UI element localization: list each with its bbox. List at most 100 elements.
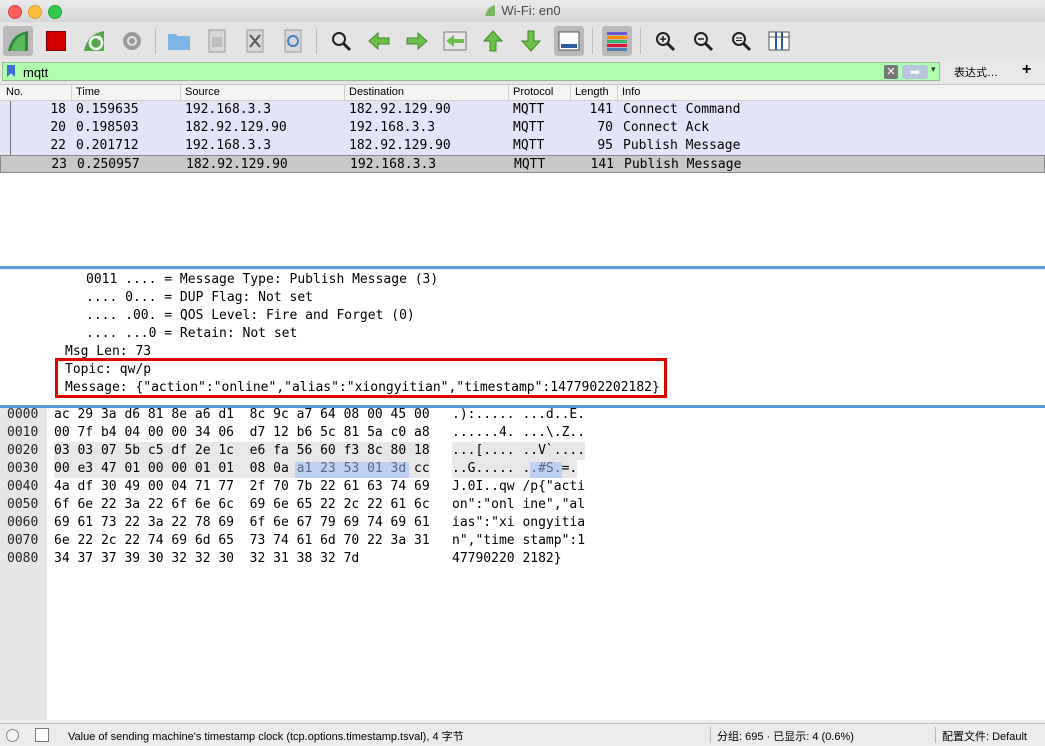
go-first-icon[interactable] [478,26,508,56]
expression-button[interactable]: 表达式… [954,64,998,80]
apply-filter-arrow-icon[interactable]: ➡ [902,65,928,79]
byte-hex[interactable]: 4a df 30 49 00 04 71 77 2f 70 7b 22 61 6… [54,478,430,496]
reload-icon[interactable] [278,26,308,56]
byte-hex[interactable]: 03 03 07 5b c5 df 2e 1c e6 fa 56 60 f3 8… [54,442,430,460]
packet-bytes-pane: 0000 ac 29 3a d6 81 8e a6 d1 8c 9c a7 64… [0,406,1045,720]
packet-no: 23 [51,157,67,172]
detail-line[interactable]: .... ...0 = Retain: Not set [86,326,297,341]
capture-comment-icon[interactable] [35,728,49,742]
restart-icon[interactable] [79,26,109,56]
save-file-icon[interactable] [202,26,232,56]
byte-ascii[interactable]: n","time stamp":1 [452,532,585,550]
packet-row[interactable]: 22 0.201712 192.168.3.3 182.92.129.90 MQ… [0,137,1045,155]
pane-splitter[interactable] [0,266,1045,269]
go-forward-arrow-icon[interactable] [402,26,432,56]
byte-ascii[interactable]: 47790220 2182} [452,550,562,568]
packet-list-header: No. Time Source Destination Protocol Len… [0,85,1045,101]
column-header-length[interactable]: Length [575,86,609,98]
byte-hex[interactable]: 00 7f b4 04 00 00 34 06 d7 12 b6 5c 81 5… [54,424,430,442]
byte-ascii[interactable]: ias":"xi ongyitia [452,514,585,532]
open-folder-icon[interactable] [164,26,194,56]
byte-offset: 0010 [7,425,39,440]
byte-hex[interactable]: 6e 22 2c 22 74 69 6d 65 73 74 61 6d 70 2… [54,532,430,550]
zoom-normal-icon[interactable] [726,26,756,56]
column-header-info[interactable]: Info [622,86,640,98]
packet-source: 192.168.3.3 [185,102,272,117]
zoom-in-icon[interactable] [650,26,680,56]
byte-ascii[interactable]: on":"onl ine","al [452,496,585,514]
selected-bytes-highlight [295,462,409,478]
packet-no: 20 [50,120,66,135]
packet-info: Publish Message [624,157,742,172]
byte-hex[interactable]: 34 37 37 39 30 32 32 30 32 31 38 32 7d [54,550,359,568]
colorize-icon[interactable] [602,26,632,56]
find-magnifier-icon[interactable] [326,26,356,56]
packet-source: 192.168.3.3 [185,138,272,153]
packet-row[interactable]: 18 0.159635 192.168.3.3 182.92.129.90 MQ… [0,101,1045,119]
detail-line[interactable]: 0011 .... = Message Type: Publish Messag… [86,272,438,287]
resize-columns-icon[interactable] [764,26,794,56]
packet-protocol: MQTT [513,138,545,153]
packet-source: 182.92.129.90 [185,120,287,135]
profile-text[interactable]: 配置文件: Default [942,728,1027,744]
byte-ascii[interactable]: .):..... ...d..E. [452,406,585,424]
byte-offset: 0070 [7,533,39,548]
packet-destination: 182.92.129.90 [349,138,451,153]
go-last-icon[interactable] [516,26,546,56]
byte-ascii[interactable]: J.0I..qw /p{"acti [452,478,585,496]
column-header-protocol[interactable]: Protocol [513,86,553,98]
byte-offset: 0080 [7,551,39,566]
byte-offset: 0050 [7,497,39,512]
capture-options-gear-icon[interactable] [117,26,147,56]
byte-offset: 0030 [7,461,39,476]
annotation-highlight-box [55,358,667,398]
detail-line[interactable]: .... .00. = QOS Level: Fire and Forget (… [86,308,415,323]
packet-protocol: MQTT [513,102,545,117]
wireshark-fin-icon [485,5,496,16]
byte-ascii[interactable]: ......4. ...\.Z.. [452,424,585,442]
packet-destination: 192.168.3.3 [349,120,436,135]
column-header-destination[interactable]: Destination [349,86,404,98]
byte-hex[interactable]: 69 61 73 22 3a 22 78 69 6f 6e 67 79 69 7… [54,514,430,532]
packet-length: 95 [597,138,613,153]
packet-destination: 192.168.3.3 [350,157,437,172]
field-info-text: Value of sending machine's timestamp clo… [68,731,464,743]
packet-info: Connect Ack [623,120,710,135]
packet-time: 0.159635 [76,102,139,117]
autoscroll-icon[interactable] [554,26,584,56]
packet-count-text: 分组: 695 · 已显示: 4 (0.6%) [717,731,854,743]
detail-line[interactable]: Msg Len: 73 [65,344,151,359]
byte-hex[interactable]: ac 29 3a d6 81 8e a6 d1 8c 9c a7 64 08 0… [54,406,430,424]
packet-row-selected[interactable]: 23 0.250957 182.92.129.90 192.168.3.3 MQ… [0,155,1045,173]
recent-filters-dropdown-icon[interactable]: ▾ [931,64,936,75]
packet-list: No. Time Source Destination Protocol Len… [0,85,1045,266]
expert-info-circle-icon[interactable] [6,729,19,742]
shark-fin-start-icon[interactable] [3,26,33,56]
stop-square-icon[interactable] [41,26,71,56]
detail-line[interactable]: .... 0... = DUP Flag: Not set [86,290,313,305]
byte-offset: 0000 [7,407,39,422]
main-toolbar [0,22,1045,61]
filter-text[interactable]: mqtt [23,65,48,80]
column-header-time[interactable]: Time [76,86,100,98]
byte-ascii[interactable]: ...[.... ..V`.... [452,442,586,460]
column-header-source[interactable]: Source [185,86,220,98]
byte-hex[interactable]: 6f 6e 22 3a 22 6f 6e 6c 69 6e 65 22 2c 2… [54,496,430,514]
packet-destination: 182.92.129.90 [349,102,451,117]
packet-time: 0.201712 [76,138,139,153]
packet-length: 141 [589,102,613,117]
display-filter-input[interactable]: mqtt ✕ ➡ ▾ [2,62,940,81]
status-bar: Value of sending machine's timestamp clo… [0,723,1045,746]
packet-row[interactable]: 20 0.198503 182.92.129.90 192.168.3.3 MQ… [0,119,1045,137]
zoom-out-icon[interactable] [688,26,718,56]
bookmark-icon[interactable] [7,65,15,77]
go-to-packet-icon[interactable] [440,26,470,56]
column-header-no[interactable]: No. [6,86,23,98]
go-back-arrow-icon[interactable] [364,26,394,56]
clear-filter-icon[interactable]: ✕ [884,65,898,79]
packet-info: Publish Message [623,138,741,153]
packet-details-pane: 0011 .... = Message Type: Publish Messag… [0,270,1045,405]
packet-time: 0.250957 [77,157,140,172]
close-file-icon[interactable] [240,26,270,56]
add-filter-button[interactable]: + [1022,61,1031,79]
